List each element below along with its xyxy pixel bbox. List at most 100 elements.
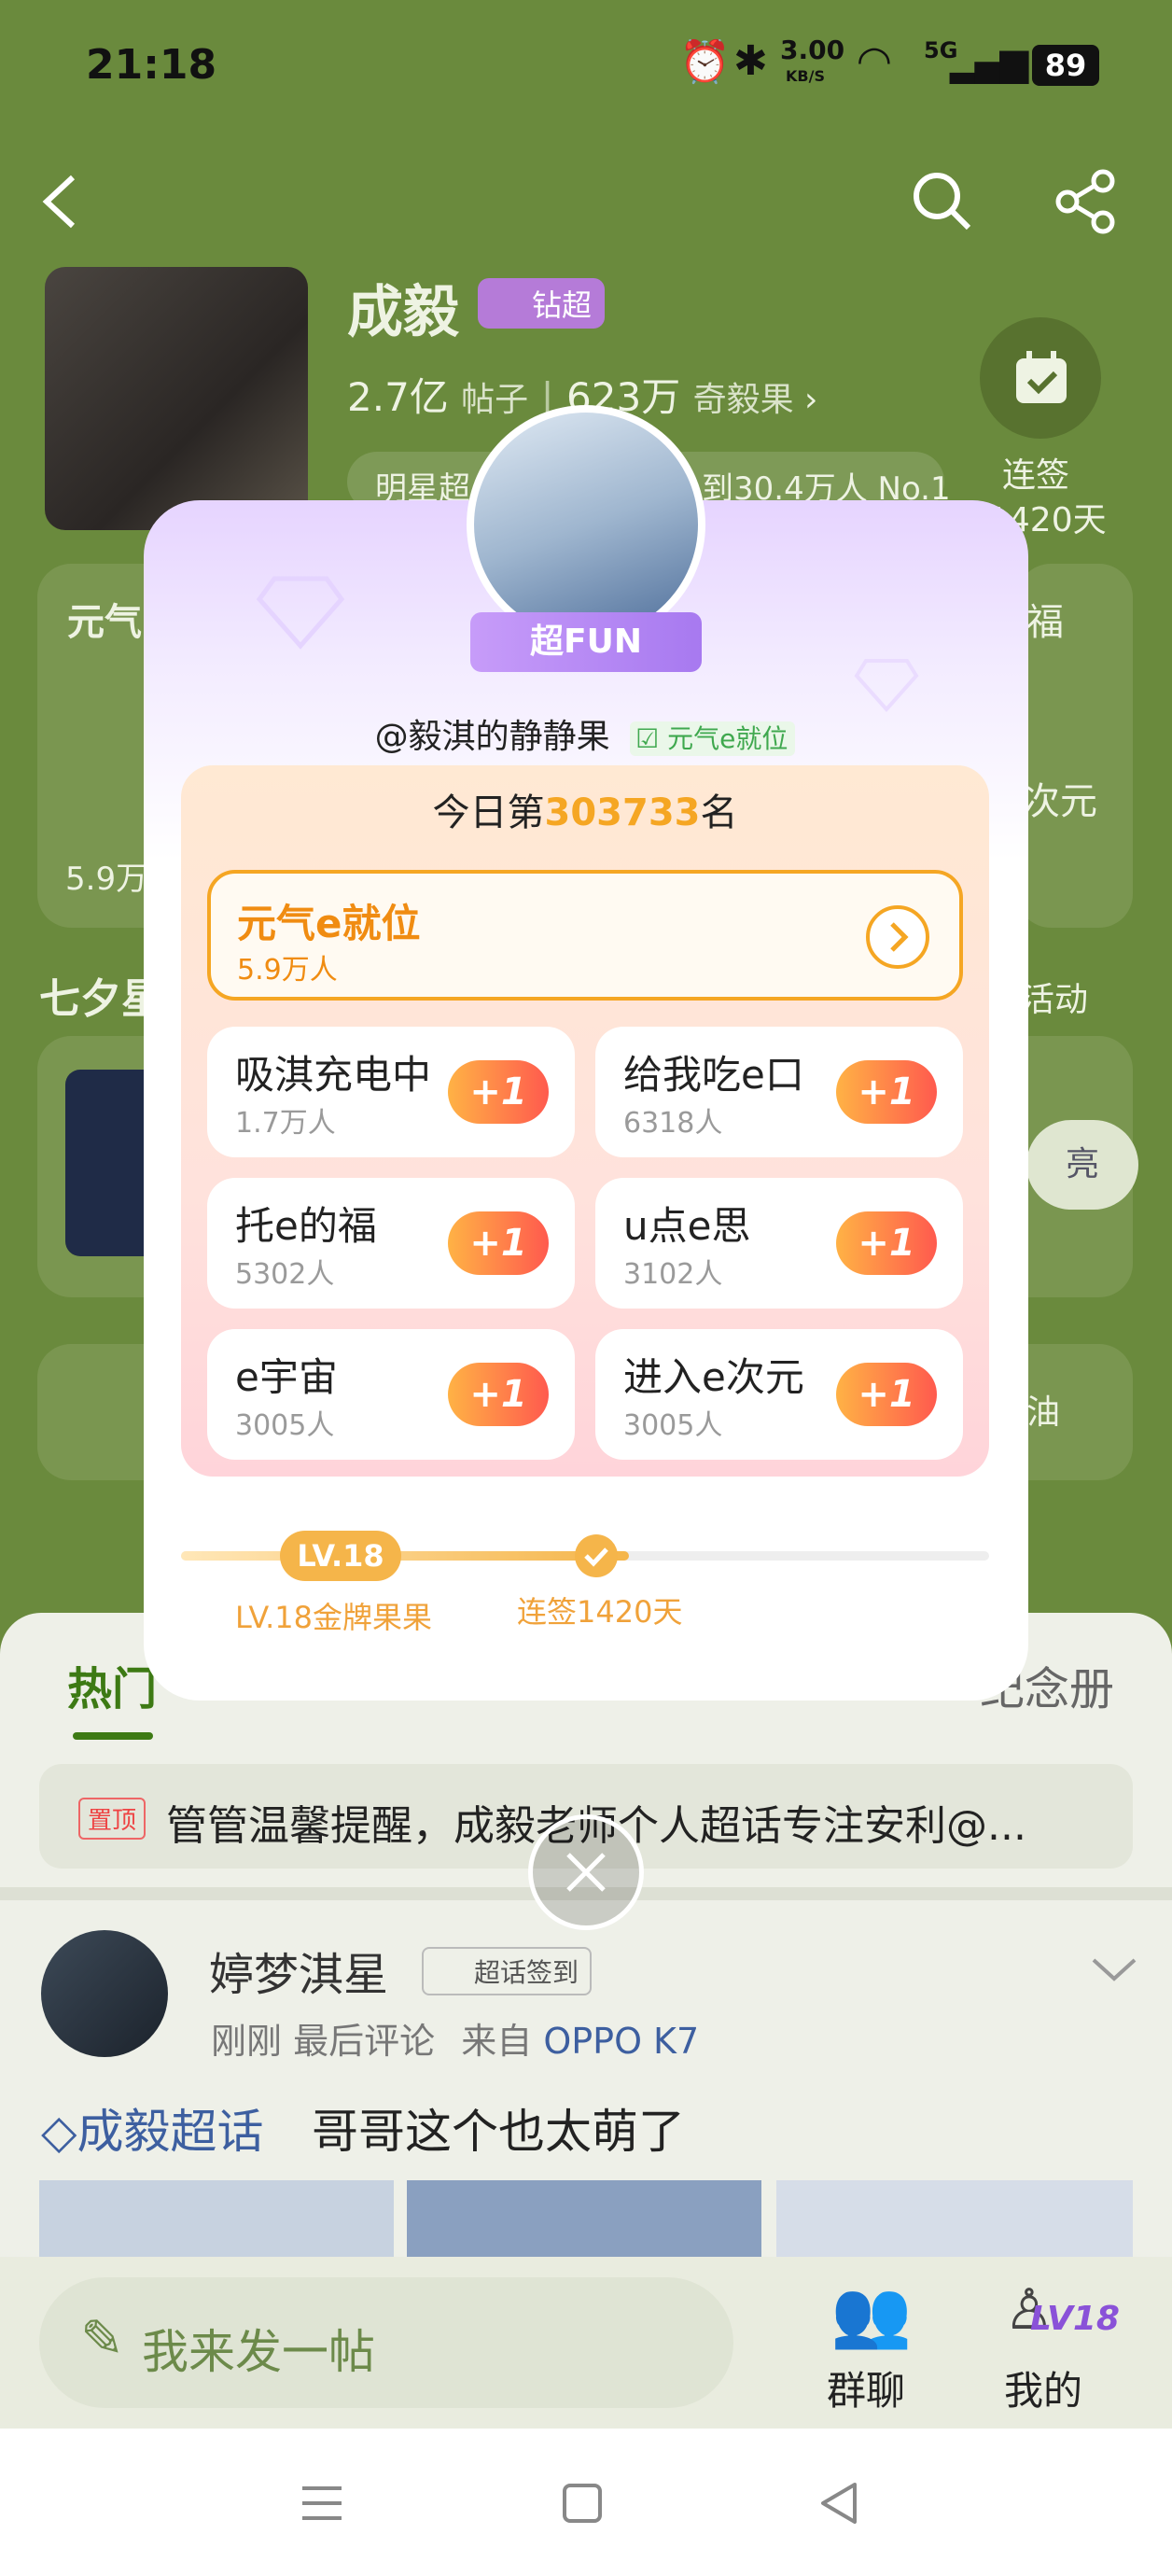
signal-icon: ▂▄▆ <box>950 41 1028 84</box>
option-card[interactable]: e宇宙 3005人 +1 <box>207 1329 575 1460</box>
bottom-action-bar: ✎ 我来发一帖 👥 群聊 ♙ LV18 我的 <box>0 2257 1172 2429</box>
mine-label[interactable]: 我的 <box>1004 2359 1082 2416</box>
option-card[interactable]: 吸淇充电中 1.7万人 +1 <box>207 1027 575 1157</box>
network-speed-unit: KB/S <box>786 67 825 85</box>
idol-avatar[interactable] <box>45 267 308 530</box>
rank-prefix: 今日第 <box>432 791 545 834</box>
topic-name: 成毅超话 <box>77 2105 264 2159</box>
author-tag: 超话签到 <box>422 1947 593 1995</box>
profile-level-badge: LV18 <box>1030 2300 1120 2338</box>
post-meta: 刚刚 最后评论 来自 OPPO K7 <box>211 2012 699 2064</box>
close-button[interactable] <box>528 1814 644 1930</box>
alarm-icon: ⏰ <box>679 38 731 86</box>
menu-icon[interactable] <box>300 2485 343 2522</box>
back-icon[interactable] <box>37 174 82 230</box>
bg-right-card-title2: 次元 <box>1023 780 1097 823</box>
calendar-check-icon <box>1016 351 1067 403</box>
post-device: OPPO K7 <box>543 2021 700 2062</box>
post-from-label: 来自 <box>461 2021 533 2062</box>
battery-indicator: 89 <box>1032 45 1099 86</box>
plus-one-button[interactable]: +1 <box>448 1060 549 1124</box>
plus-one-button[interactable]: +1 <box>836 1060 937 1124</box>
idol-name: 成毅 <box>347 280 459 345</box>
option-name: 托e的福 <box>235 1203 377 1249</box>
plus-one-button[interactable]: +1 <box>836 1211 937 1275</box>
bg-left-card-title: 元气 <box>67 601 142 644</box>
tab-hot[interactable]: 热门 <box>67 1652 157 1717</box>
rank-panel: 今日第303733名 元气e就位 5.9万人 吸淇充电中 1.7万人 +1 给我… <box>181 765 989 1477</box>
option-name: e宇宙 <box>235 1354 338 1400</box>
rank-suffix: 名 <box>700 791 738 834</box>
close-icon <box>566 1853 606 1892</box>
option-count: 3005人 <box>623 1409 723 1442</box>
bg-right-card-title: 福 <box>1026 601 1064 644</box>
option-count: 3102人 <box>623 1258 723 1291</box>
post-time: 刚刚 <box>211 2021 283 2062</box>
rank-line: 今日第303733名 <box>181 782 989 836</box>
home-icon[interactable] <box>562 2483 603 2524</box>
share-icon[interactable] <box>1053 168 1120 235</box>
checkin-popup: @毅淇的静静果 ☑ 元气e就位 今日第303733名 元气e就位 5.9万人 吸… <box>144 500 1028 1701</box>
diamond-deco-icon-2 <box>854 659 919 713</box>
avatar-badge: 超FUN <box>470 612 702 672</box>
current-option-count: 5.9万人 <box>237 954 338 987</box>
bg-activity-button: 亮 <box>1026 1120 1138 1210</box>
system-nav-bar <box>0 2429 1172 2576</box>
post-meta-label: 最后评论 <box>293 2021 436 2062</box>
plus-one-button[interactable]: +1 <box>448 1363 549 1426</box>
current-option-name: 元气e就位 <box>237 901 421 946</box>
option-card[interactable]: 进入e次元 3005人 +1 <box>595 1329 963 1460</box>
checkin-label: 连签 <box>1002 456 1070 495</box>
user-handle: @毅淇的静静果 <box>374 718 610 756</box>
plus-one-button[interactable]: +1 <box>448 1211 549 1275</box>
group-chat-label[interactable]: 群聊 <box>827 2359 905 2416</box>
current-option[interactable]: 元气e就位 5.9万人 <box>207 870 963 1001</box>
option-count: 6318人 <box>623 1107 723 1140</box>
user-tag: ☑ 元气e就位 <box>630 721 796 756</box>
level-badge: LV.18 <box>280 1531 401 1581</box>
option-count: 3005人 <box>235 1409 335 1442</box>
option-name: 给我吃e口 <box>623 1052 804 1098</box>
option-card[interactable]: 托e的福 5302人 +1 <box>207 1178 575 1309</box>
user-tag-text: 元气e就位 <box>667 723 788 754</box>
option-name: 进入e次元 <box>623 1354 804 1400</box>
group-chat-icon[interactable]: 👥 <box>830 2275 912 2353</box>
level-label: LV.18金牌果果 <box>235 1600 432 1635</box>
option-card[interactable]: 给我吃e口 6318人 +1 <box>595 1027 963 1157</box>
compose-button[interactable]: ✎ 我来发一帖 <box>39 2277 733 2408</box>
bg-left-card-count: 5.9万 <box>65 861 148 898</box>
chevron-down-icon[interactable] <box>1090 1956 1138 1984</box>
back-nav-icon[interactable] <box>817 2481 858 2526</box>
author-name[interactable]: 婷梦淇星 <box>209 1938 388 2003</box>
bg-section-more: 活动 <box>1021 981 1089 1019</box>
option-count: 5302人 <box>235 1258 335 1291</box>
diamond-deco-icon <box>256 576 345 650</box>
option-name: u点e思 <box>623 1203 751 1249</box>
compose-label: 我来发一帖 <box>142 2325 375 2379</box>
option-card[interactable]: u点e思 3102人 +1 <box>595 1178 963 1309</box>
plus-one-button[interactable]: +1 <box>836 1363 937 1426</box>
option-count: 1.7万人 <box>235 1107 336 1140</box>
post-content: 哥哥这个也太萌了 <box>312 2105 685 2159</box>
posts-count: 2.7亿 <box>347 374 449 420</box>
popup-avatar <box>474 413 698 637</box>
rank-number: 303733 <box>544 791 701 834</box>
bg-right-card: 福 次元 <box>1017 564 1133 928</box>
network-speed: 3.00 <box>780 35 845 65</box>
status-time: 21:18 <box>86 41 217 89</box>
tab-hot-indicator <box>73 1732 153 1740</box>
wifi-icon: ◠ <box>858 37 890 85</box>
search-icon[interactable] <box>909 168 974 233</box>
checkin-button[interactable] <box>980 317 1101 439</box>
topic-link[interactable]: ◇成毅超话 <box>41 2094 263 2162</box>
chevron-right-icon[interactable] <box>864 903 931 971</box>
pinned-tag: 置顶 <box>78 1798 146 1840</box>
bluetooth-icon: ✱ <box>733 37 768 85</box>
checkin-progress-label: 连签1420天 <box>517 1594 683 1630</box>
status-bar: 21:18 ⏰ ✱ 3.00 KB/S ◠ 5G ▂▄▆ 89 <box>0 0 1172 131</box>
fans-label[interactable]: 奇毅果 <box>693 381 794 419</box>
bg-link-text: 油 <box>1026 1393 1061 1432</box>
author-avatar[interactable] <box>41 1930 168 2057</box>
popup-avatar-ring <box>467 405 705 644</box>
level-progress-fill <box>181 1551 629 1561</box>
